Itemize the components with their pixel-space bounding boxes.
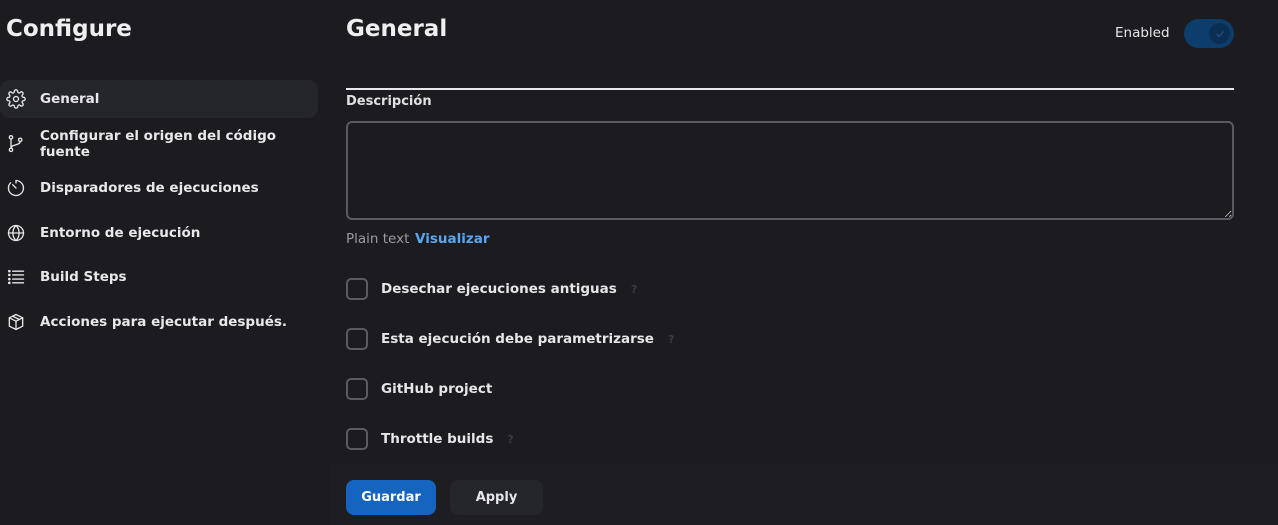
sidebar-item-label: General [40,91,100,107]
sidebar-item-label: Entorno de ejecución [40,224,201,241]
sidebar-item-label: Disparadores de ejecuciones [40,180,259,197]
sidebar-item-triggers[interactable]: Disparadores de ejecuciones [0,169,318,207]
option-label: Throttle builds [381,431,494,447]
help-icon[interactable]: ? [507,433,513,446]
section-divider [346,88,1234,90]
sidebar-item-label: Configurar el origen del código fuente [40,127,277,160]
sidebar-item-source-code[interactable]: Configurar el origen del código fuente [0,125,318,163]
checkbox[interactable] [346,378,368,400]
checkbox[interactable] [346,278,368,300]
checkbox[interactable] [346,428,368,450]
sidebar: Configure General Configurar el origen d… [0,0,320,525]
toggle-knob [1209,23,1230,44]
apply-button[interactable]: Apply [450,480,543,515]
sidebar-title: Configure [6,16,132,42]
sidebar-item-post-build[interactable]: Acciones para ejecutar después. [0,303,318,341]
option-throttle-builds[interactable]: Throttle builds ? [346,428,514,450]
plain-text-label: Plain text [346,231,410,247]
option-label: GitHub project [381,381,493,397]
page-title: General [346,16,448,42]
git-branch-icon [6,134,26,154]
sidebar-item-build-steps[interactable]: Build Steps [0,258,318,296]
option-label: Esta ejecución debe parametrizarse [381,331,654,347]
package-icon [6,312,26,332]
gear-icon [6,89,26,109]
sidebar-item-label: Acciones para ejecutar después. [40,313,288,330]
checkbox[interactable] [346,328,368,350]
enabled-label: Enabled [1115,25,1170,41]
list-icon [6,267,26,287]
description-label: Descripción [346,94,432,109]
preview-link[interactable]: Visualizar [415,231,489,247]
description-field[interactable] [346,121,1234,220]
sidebar-item-general[interactable]: General [0,80,318,118]
sidebar-item-environment[interactable]: Entorno de ejecución [0,214,318,252]
timer-icon [6,178,26,198]
option-discard-old-builds[interactable]: Desechar ejecuciones antiguas ? [346,278,637,300]
option-parameterized[interactable]: Esta ejecución debe parametrizarse ? [346,328,674,350]
option-label: Desechar ejecuciones antiguas [381,281,617,297]
globe-icon [6,223,26,243]
check-icon [1215,30,1224,38]
option-github-project[interactable]: GitHub project [346,378,492,400]
enabled-toggle[interactable] [1184,19,1234,48]
sidebar-nav: General Configurar el origen del código … [0,80,318,348]
sidebar-item-label: Build Steps [40,269,127,286]
help-icon[interactable]: ? [668,333,674,346]
save-button[interactable]: Guardar [346,480,436,515]
help-icon[interactable]: ? [631,283,637,296]
